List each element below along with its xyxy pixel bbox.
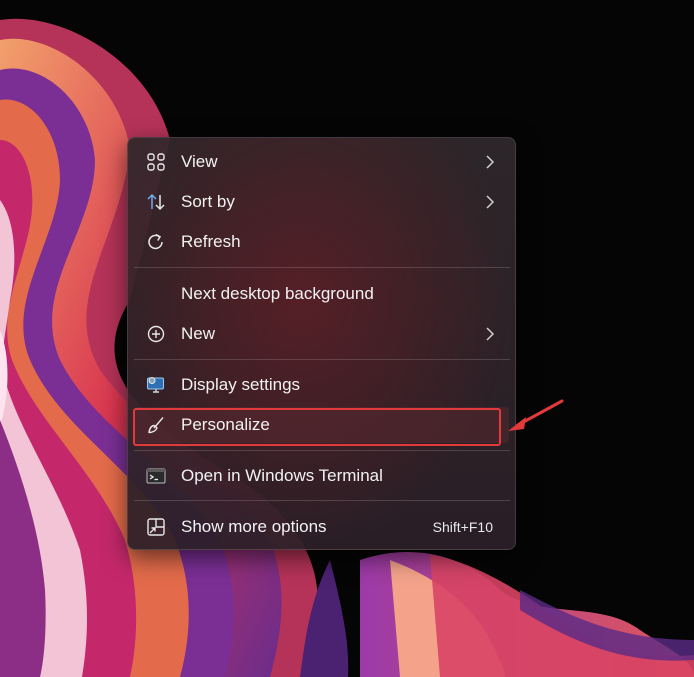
refresh-icon xyxy=(148,233,163,250)
terminal-icon xyxy=(146,468,166,484)
chevron-right-icon xyxy=(486,327,495,341)
sort-icon xyxy=(147,193,165,211)
more-options-icon xyxy=(147,518,165,536)
menu-item-label: Display settings xyxy=(181,375,301,394)
menu-item-refresh[interactable]: Refresh xyxy=(134,224,509,260)
menu-separator xyxy=(134,450,510,451)
menu-item-label: Sort by xyxy=(181,192,235,211)
menu-item-label: View xyxy=(181,152,218,171)
desktop-context-menu: View Sort by Refresh Next desktop backgr… xyxy=(127,137,516,550)
menu-item-show-more-options[interactable]: Show more options Shift+F10 xyxy=(134,509,509,545)
menu-item-label: Next desktop background xyxy=(181,284,374,303)
menu-item-new[interactable]: New xyxy=(134,316,509,352)
menu-item-sort-by[interactable]: Sort by xyxy=(134,184,509,220)
menu-separator xyxy=(134,267,510,268)
menu-separator xyxy=(134,500,510,501)
display-settings-icon xyxy=(147,377,164,393)
menu-item-view[interactable]: View xyxy=(134,144,509,180)
highlight-box xyxy=(133,408,501,446)
menu-item-label: New xyxy=(181,324,216,343)
menu-item-label: Show more options xyxy=(181,517,327,536)
annotation-arrow-icon xyxy=(508,399,564,431)
menu-item-label: Open in Windows Terminal xyxy=(181,466,383,485)
grid-icon xyxy=(147,153,165,171)
chevron-right-icon xyxy=(486,195,495,209)
menu-item-display-settings[interactable]: Display settings xyxy=(134,367,509,403)
menu-item-label: Refresh xyxy=(181,232,241,251)
plus-circle-icon xyxy=(147,325,165,343)
menu-item-next-desktop-background[interactable]: Next desktop background xyxy=(134,276,509,312)
keyboard-shortcut: Shift+F10 xyxy=(432,519,493,535)
menu-item-open-in-windows-terminal[interactable]: Open in Windows Terminal xyxy=(134,458,509,494)
menu-separator xyxy=(134,359,510,360)
chevron-right-icon xyxy=(486,155,495,169)
